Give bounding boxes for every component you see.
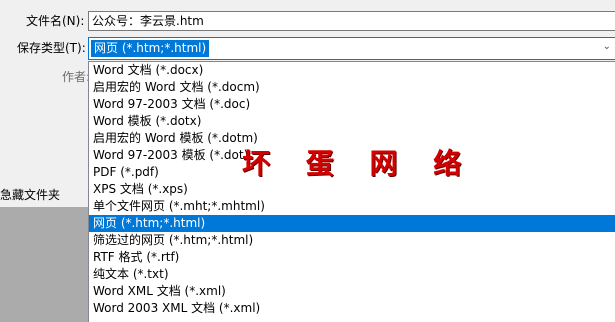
chevron-down-icon[interactable]: ⌄: [603, 41, 611, 52]
dropdown-option[interactable]: Word 文档 (*.docx): [89, 62, 615, 79]
dropdown-option[interactable]: XPS 文档 (*.xps): [89, 181, 615, 198]
dropdown-option[interactable]: 网页 (*.htm;*.html): [89, 215, 615, 232]
dropdown-option[interactable]: 单个文件网页 (*.mht;*.mhtml): [89, 198, 615, 215]
sidebar-background: [0, 207, 88, 322]
dropdown-option[interactable]: Word XML 文档 (*.xml): [89, 283, 615, 300]
savetype-select[interactable]: 网页 (*.htm;*.html) ⌄: [88, 37, 615, 60]
author-label: 作者:: [62, 70, 91, 84]
savetype-selected-value: 网页 (*.htm;*.html): [91, 40, 210, 57]
savetype-label: 保存类型(T):: [17, 41, 86, 55]
dropdown-option[interactable]: Word 2003 XML 文档 (*.xml): [89, 300, 615, 317]
dropdown-option[interactable]: 筛选过的网页 (*.htm;*.html): [89, 232, 615, 249]
dropdown-option[interactable]: 启用宏的 Word 文档 (*.docm): [89, 79, 615, 96]
dropdown-option[interactable]: 纯文本 (*.txt): [89, 266, 615, 283]
filename-label: 文件名(N):: [26, 14, 85, 28]
hide-folders-toggle[interactable]: 急藏文件夹: [0, 184, 88, 206]
filename-input[interactable]: 公众号：李云景.htm: [88, 11, 615, 31]
dropdown-option[interactable]: Word 模板 (*.dotx): [89, 113, 615, 130]
watermark-text: 坏 蛋 网 络: [242, 147, 475, 180]
dropdown-option[interactable]: RTF 格式 (*.rtf): [89, 249, 615, 266]
savetype-dropdown-list[interactable]: Word 文档 (*.docx) 启用宏的 Word 文档 (*.docm) Wor…: [88, 61, 615, 322]
dropdown-option[interactable]: Word 97-2003 文档 (*.doc): [89, 96, 615, 113]
